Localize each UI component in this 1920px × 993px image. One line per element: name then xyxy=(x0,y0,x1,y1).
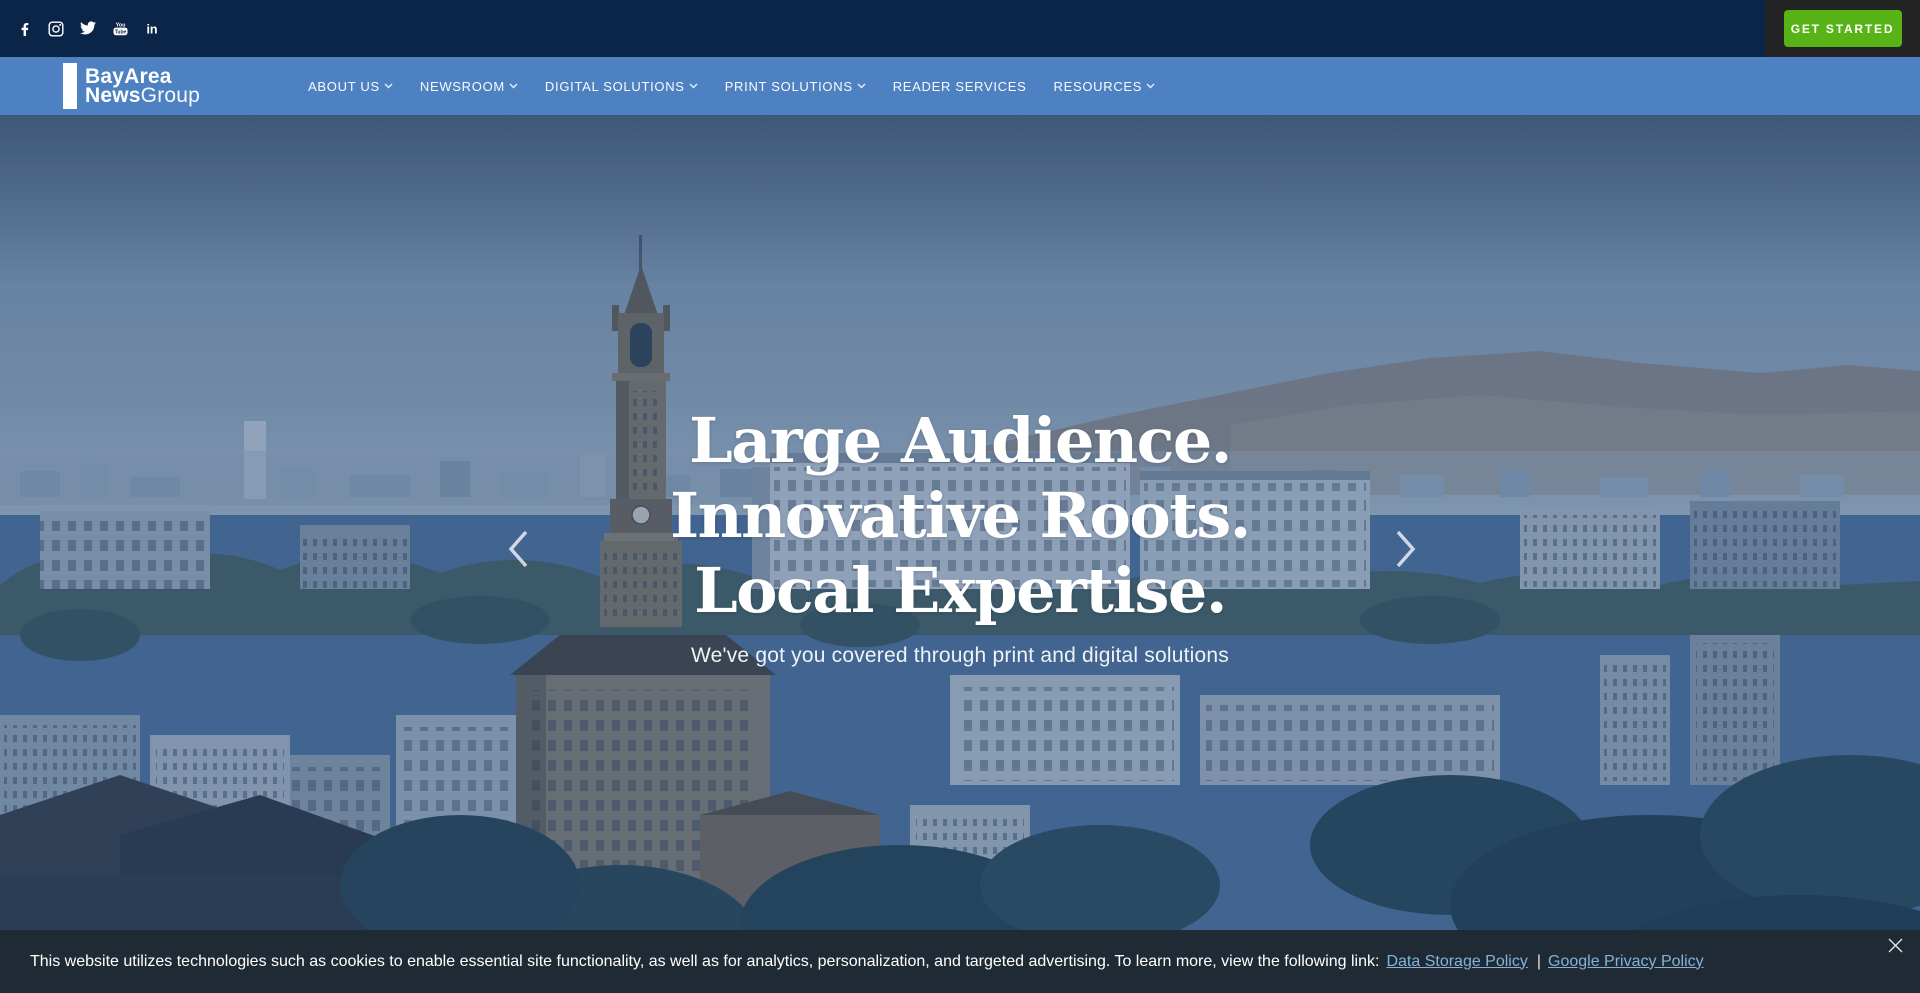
linkedin-icon: in xyxy=(144,21,160,37)
cookie-close-button[interactable] xyxy=(1885,935,1906,956)
carousel-prev-button[interactable] xyxy=(505,528,531,573)
logo-line2-light: Group xyxy=(141,84,200,107)
nav-label: RESOURCES xyxy=(1054,79,1143,94)
youtube-icon: YouTube xyxy=(111,21,130,37)
nav-item-newsroom[interactable]: NEWSROOM xyxy=(420,79,518,94)
nav-label: READER SERVICES xyxy=(893,79,1027,94)
logo-line2-bold: News xyxy=(85,84,141,107)
linkedin-link[interactable]: in xyxy=(136,13,168,45)
youtube-link[interactable]: YouTube xyxy=(104,13,136,45)
hero-section: Large Audience. Innovative Roots. Local … xyxy=(0,115,1920,993)
hero-title-line2: Innovative Roots. xyxy=(0,478,1920,553)
nav-item-resources[interactable]: RESOURCES xyxy=(1054,79,1156,94)
social-links: YouTube in xyxy=(0,13,168,45)
chevron-left-icon xyxy=(505,528,531,570)
carousel-next-button[interactable] xyxy=(1393,528,1419,573)
google-privacy-policy-link[interactable]: Google Privacy Policy xyxy=(1548,953,1704,971)
hero-title-line1: Large Audience. xyxy=(0,403,1920,478)
instagram-link[interactable] xyxy=(40,13,72,45)
main-menu: ABOUT US NEWSROOM DIGITAL SOLUTIONS PRIN… xyxy=(308,79,1155,94)
nav-label: NEWSROOM xyxy=(420,79,505,94)
hero-content: Large Audience. Innovative Roots. Local … xyxy=(0,403,1920,668)
chevron-down-icon xyxy=(689,83,698,89)
nav-item-reader-services[interactable]: READER SERVICES xyxy=(893,79,1027,94)
svg-text:in: in xyxy=(146,22,157,36)
cookie-link-separator: | xyxy=(1537,953,1541,971)
cta-container: GET STARTED xyxy=(1765,0,1920,57)
hero-title-line3: Local Expertise. xyxy=(0,553,1920,628)
nav-label: ABOUT US xyxy=(308,79,380,94)
svg-text:You: You xyxy=(115,22,125,28)
hero-subtitle: We've got you covered through print and … xyxy=(0,644,1920,668)
nav-item-about-us[interactable]: ABOUT US xyxy=(308,79,393,94)
chevron-down-icon xyxy=(509,83,518,89)
logo-text: BayArea NewsGroup xyxy=(85,67,200,105)
facebook-link[interactable] xyxy=(8,13,40,45)
nav-item-print-solutions[interactable]: PRINT SOLUTIONS xyxy=(725,79,866,94)
get-started-button[interactable]: GET STARTED xyxy=(1784,10,1902,47)
chevron-right-icon xyxy=(1393,528,1419,570)
hero-title: Large Audience. Innovative Roots. Local … xyxy=(0,403,1920,628)
twitter-link[interactable] xyxy=(72,13,104,45)
nav-item-digital-solutions[interactable]: DIGITAL SOLUTIONS xyxy=(545,79,698,94)
twitter-icon xyxy=(80,21,96,36)
close-icon xyxy=(1887,937,1904,954)
chevron-down-icon xyxy=(1146,83,1155,89)
logo-link[interactable]: BayArea NewsGroup xyxy=(63,63,200,109)
cookie-banner: This website utilizes technologies such … xyxy=(0,930,1920,993)
facebook-icon xyxy=(17,21,32,36)
chevron-down-icon xyxy=(384,83,393,89)
top-utility-bar: YouTube in GET STARTED xyxy=(0,0,1920,57)
cookie-message: This website utilizes technologies such … xyxy=(30,953,1379,971)
nav-label: PRINT SOLUTIONS xyxy=(725,79,853,94)
instagram-icon xyxy=(48,21,64,37)
nav-label: DIGITAL SOLUTIONS xyxy=(545,79,685,94)
main-navbar: BayArea NewsGroup ABOUT US NEWSROOM DIGI… xyxy=(0,57,1920,115)
data-storage-policy-link[interactable]: Data Storage Policy xyxy=(1386,953,1527,971)
page: YouTube in GET STARTED BayArea NewsGroup… xyxy=(0,0,1920,993)
svg-text:Tube: Tube xyxy=(114,29,126,35)
chevron-down-icon xyxy=(857,83,866,89)
logo-bar xyxy=(63,63,77,109)
